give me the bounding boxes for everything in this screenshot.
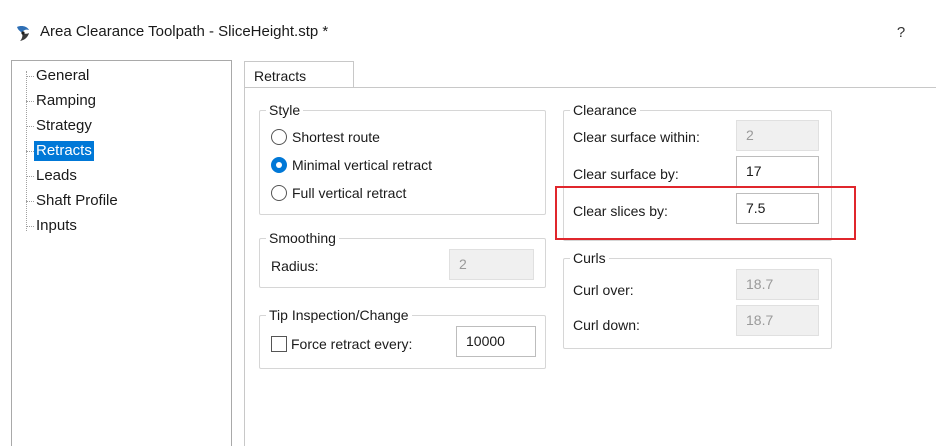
radio-label: Full vertical retract <box>292 185 407 201</box>
clear-surface-by-input[interactable]: 17 <box>736 156 819 187</box>
tree-branch <box>26 151 34 152</box>
clear-slices-by-label: Clear slices by: <box>573 203 668 219</box>
nav-item-label: General <box>36 67 90 84</box>
clear-surface-within-input: 2 <box>736 120 819 151</box>
nav-tree: General Ramping Strategy Retracts Leads … <box>11 60 232 446</box>
smoothing-group-title: Smoothing <box>266 230 339 246</box>
minimal-vertical-retract-radio[interactable]: Minimal vertical retract <box>271 155 511 175</box>
radio-unchecked-icon <box>271 129 287 145</box>
nav-item-label: Retracts <box>34 141 94 161</box>
dialog-window: Area Clearance Toolpath - SliceHeight.st… <box>0 0 936 446</box>
clear-slices-by-input[interactable]: 7.5 <box>736 193 819 224</box>
curl-over-input: 18.7 <box>736 269 819 300</box>
tree-branch <box>26 126 34 127</box>
curl-down-input: 18.7 <box>736 305 819 336</box>
nav-item-label: Ramping <box>36 92 97 109</box>
radio-unchecked-icon <box>271 185 287 201</box>
shortest-route-radio[interactable]: Shortest route <box>271 127 471 147</box>
curl-down-label: Curl down: <box>573 317 640 333</box>
nav-item-label: Strategy <box>36 117 92 134</box>
force-retract-checkbox[interactable] <box>271 336 287 352</box>
tip-inspection-group-title: Tip Inspection/Change <box>266 307 412 323</box>
tree-branch <box>26 101 34 102</box>
nav-item-label: Inputs <box>36 217 77 234</box>
style-group-title: Style <box>266 102 304 118</box>
radio-label: Shortest route <box>292 129 380 145</box>
tab-label: Retracts <box>254 68 307 84</box>
nav-item-label: Leads <box>36 167 77 184</box>
tab-retracts[interactable]: Retracts <box>244 61 354 88</box>
clear-surface-within-label: Clear surface within: <box>573 129 700 145</box>
tree-branch <box>26 76 34 77</box>
help-icon: ? <box>896 24 906 41</box>
toolpath-app-icon <box>17 26 29 41</box>
radio-label: Minimal vertical retract <box>292 157 433 173</box>
radius-label: Radius: <box>271 258 319 274</box>
tree-branch <box>26 226 34 227</box>
nav-item-label: Shaft Profile <box>36 192 118 209</box>
clearance-group-title: Clearance <box>570 102 640 118</box>
force-retract-label: Force retract every: <box>291 336 413 352</box>
force-retract-input[interactable]: 10000 <box>456 326 536 357</box>
window-title: Area Clearance Toolpath - SliceHeight.st… <box>40 23 329 40</box>
tree-branch <box>26 176 34 177</box>
curls-group-title: Curls <box>570 250 609 266</box>
clear-surface-by-label: Clear surface by: <box>573 166 679 182</box>
full-vertical-retract-radio[interactable]: Full vertical retract <box>271 183 471 203</box>
title-bar: Area Clearance Toolpath - SliceHeight.st… <box>0 0 936 56</box>
tree-branch <box>26 201 34 202</box>
radio-checked-icon <box>271 157 287 173</box>
curl-over-label: Curl over: <box>573 282 634 298</box>
help-button[interactable]: ? <box>890 22 912 44</box>
radius-input: 2 <box>449 249 534 280</box>
